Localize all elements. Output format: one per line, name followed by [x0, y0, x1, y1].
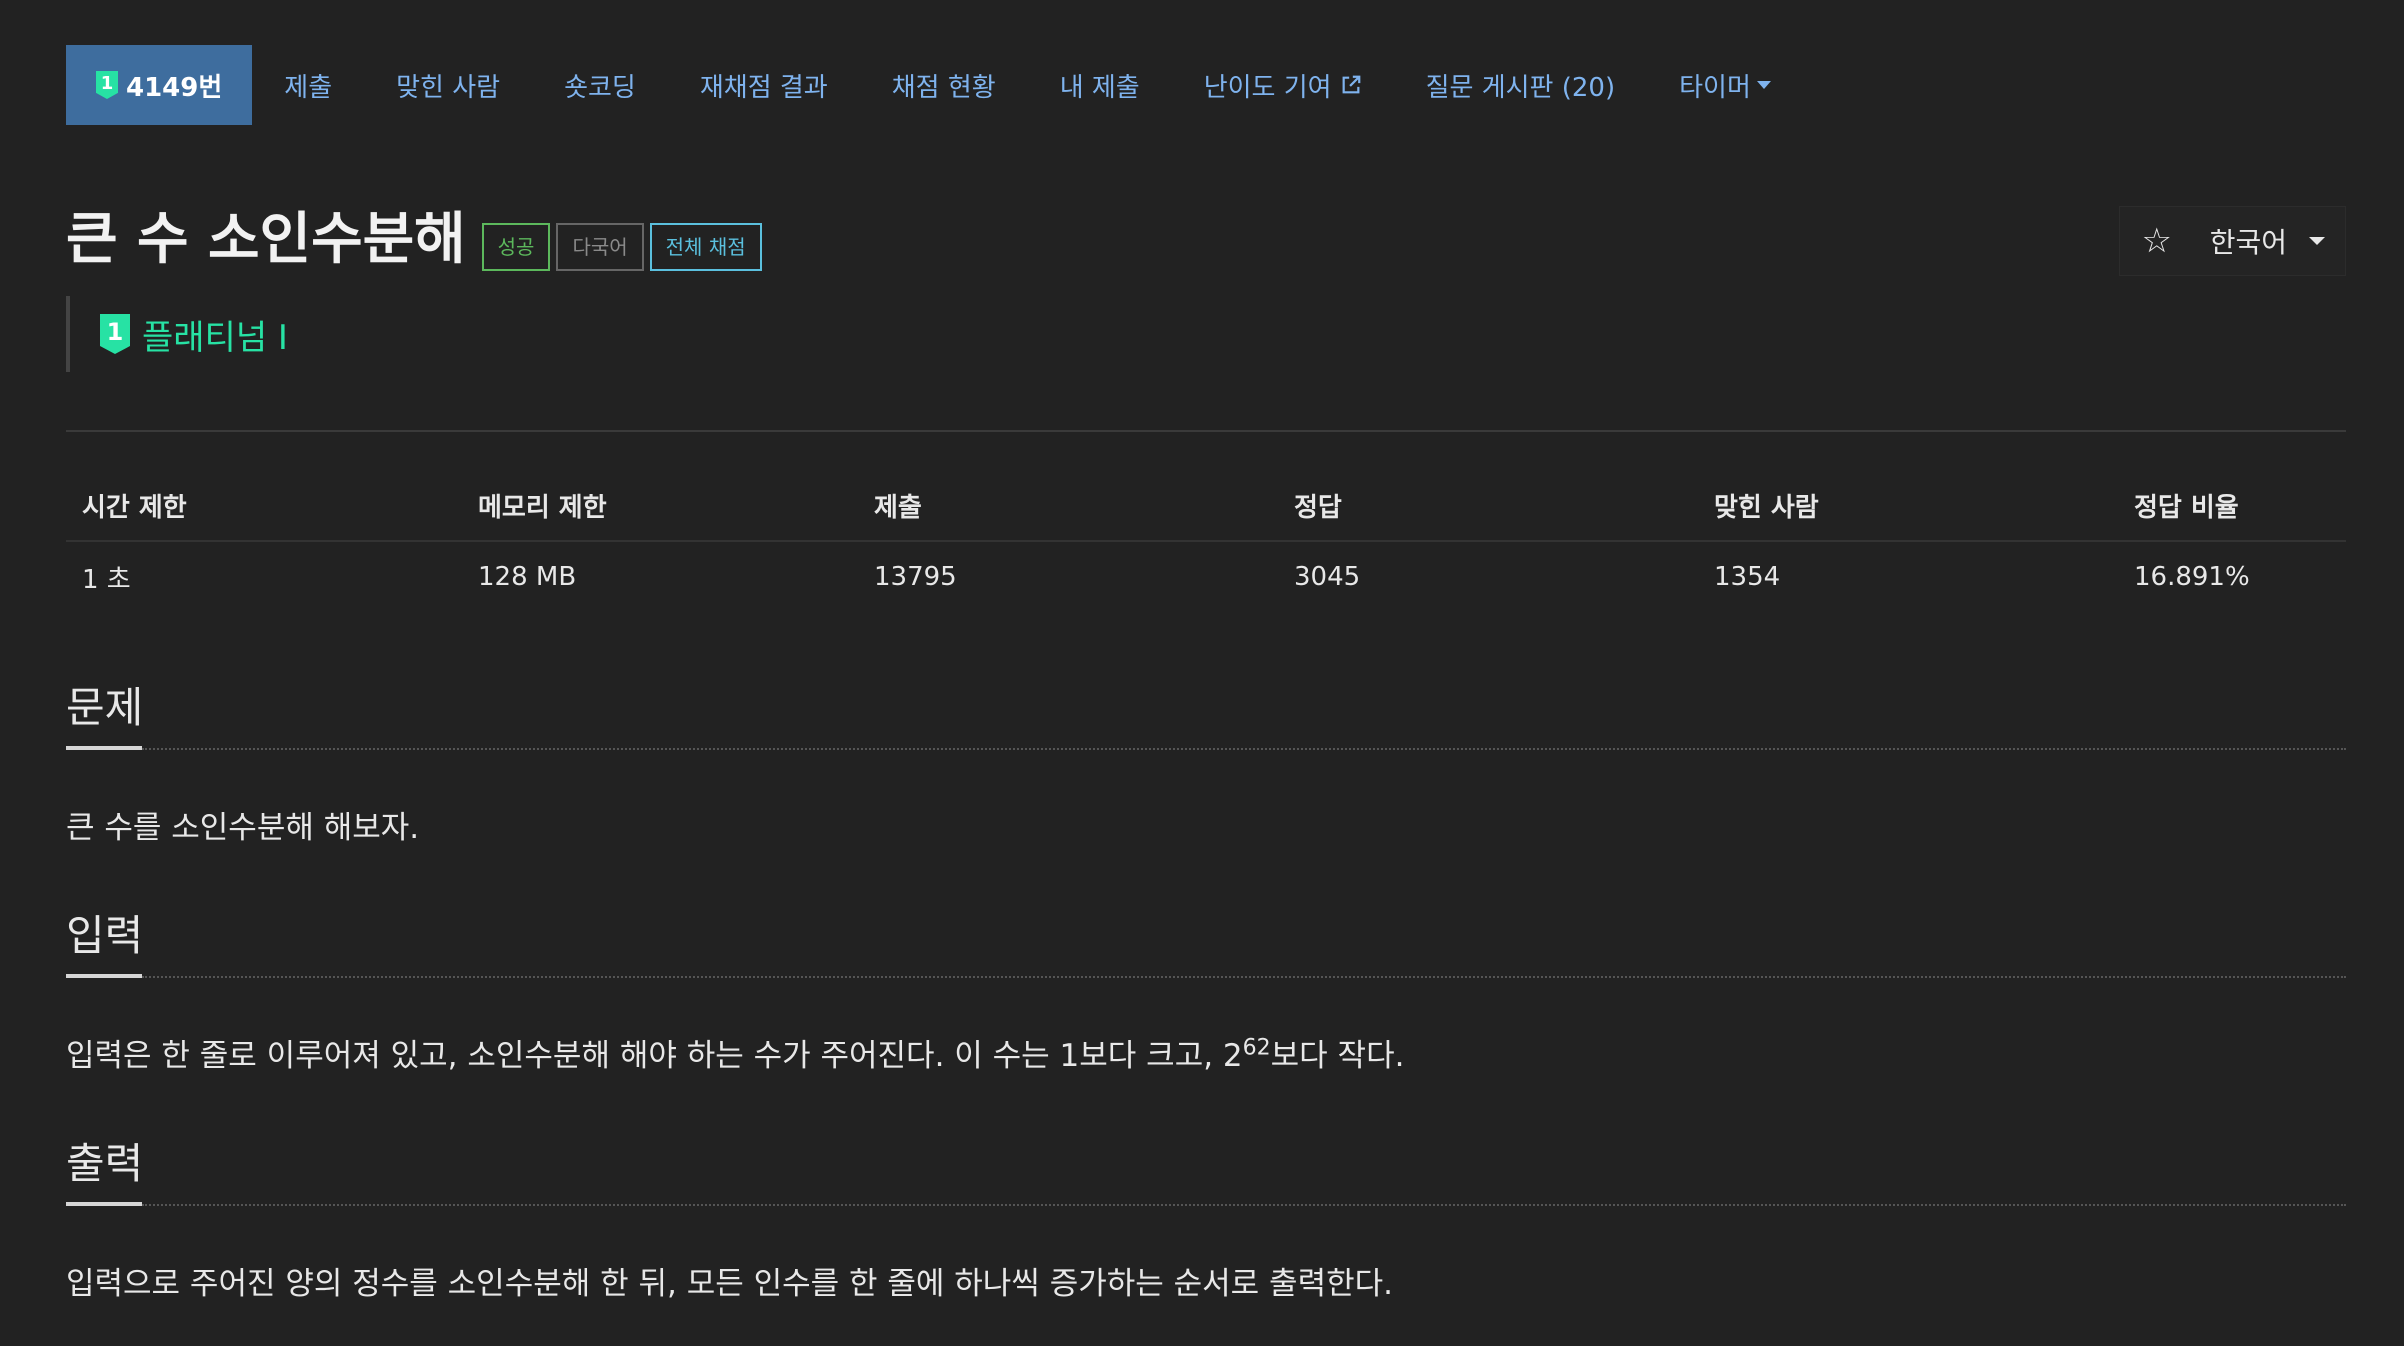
nav-judge-status[interactable]: 채점 현황 — [860, 45, 1028, 125]
chevron-down-icon — [1756, 81, 1771, 89]
success-badge: 성공 — [481, 223, 551, 271]
section-body: 입력은 한 줄로 이루어져 있고, 소인수분해 해야 하는 수가 주어진다. 이… — [66, 1035, 1405, 1074]
language-dropdown[interactable]: 한국어 — [2194, 207, 2345, 275]
problem-number-label: 4149번 — [126, 72, 223, 103]
full-judge-badge[interactable]: 전체 채점 — [649, 223, 762, 271]
nav-problem-number[interactable]: 1 4149번 — [66, 45, 253, 125]
star-icon: ☆ — [2141, 221, 2172, 261]
nav-difficulty-contribution[interactable]: 난이도 기여 — [1172, 45, 1394, 125]
platinum-tier-icon: 1 — [100, 314, 130, 354]
section-body: 입력으로 주어진 양의 정수를 소인수분해 한 뒤, 모든 인수를 한 줄에 하… — [66, 1266, 1393, 1302]
divider — [66, 430, 2346, 432]
problem-title-row: 큰 수 소인수분해 성공 다국어 전체 채점 — [66, 205, 762, 275]
external-link-icon — [1342, 75, 1360, 94]
accepted-value: 3045 — [1294, 562, 1361, 592]
table-header-row: 시간 제한 메모리 제한 제출 정답 맞힌 사람 정답 비율 — [66, 470, 2346, 542]
problem-page: 1 4149번 제출 맞힌 사람 숏코딩 재채점 결과 채점 현황 내 제출 난… — [0, 0, 2404, 1346]
input-section: 입력 입력은 한 줄로 이루어져 있고, 소인수분해 해야 하는 수가 주어진다… — [66, 906, 2346, 1076]
nav-solvers[interactable]: 맞힌 사람 — [364, 45, 532, 125]
header-submissions: 제출 — [858, 470, 1278, 542]
problem-description-section: 문제 큰 수를 소인수분해 해보자. — [66, 678, 2346, 848]
problem-controls: ☆ 한국어 — [2118, 206, 2346, 276]
platinum-tier-icon: 1 — [96, 71, 118, 99]
section-header: 출력 — [66, 1134, 2346, 1206]
submissions-value: 13795 — [874, 562, 957, 592]
section-header: 입력 — [66, 906, 2346, 978]
section-title: 출력 — [66, 1139, 144, 1188]
problem-title: 큰 수 소인수분해 — [66, 207, 466, 272]
section-title: 입력 — [66, 911, 144, 960]
table-row: 1 초 128 MB 13795 3045 1354 16.891% — [66, 541, 2346, 612]
multilang-badge[interactable]: 다국어 — [556, 223, 644, 271]
header-time-limit: 시간 제한 — [66, 470, 462, 542]
problem-menu: 1 4149번 제출 맞힌 사람 숏코딩 재채점 결과 채점 현황 내 제출 난… — [66, 45, 1803, 125]
header-solvers: 맞힌 사람 — [1698, 470, 2118, 542]
nav-timer-dropdown[interactable]: 타이머 — [1647, 45, 1803, 125]
memory-limit-value: 128 MB — [478, 562, 577, 592]
favorite-button[interactable]: ☆ — [2120, 207, 2194, 275]
header-accept-ratio: 정답 비율 — [2118, 470, 2346, 542]
nav-short-coding[interactable]: 숏코딩 — [532, 45, 668, 125]
nav-question-board[interactable]: 질문 게시판 (20) — [1394, 45, 1648, 125]
solvers-value: 1354 — [1714, 562, 1781, 592]
chevron-down-icon — [2309, 237, 2325, 245]
header-accepted: 정답 — [1278, 470, 1698, 542]
section-title: 문제 — [66, 683, 144, 732]
nav-submit[interactable]: 제출 — [252, 45, 364, 125]
nav-rejudge-results[interactable]: 재채점 결과 — [668, 45, 860, 125]
problem-tier: 1 플래티넘 I — [66, 296, 288, 372]
problem-info-table: 시간 제한 메모리 제한 제출 정답 맞힌 사람 정답 비율 1 초 128 M… — [66, 470, 2346, 612]
output-section: 출력 입력으로 주어진 양의 정수를 소인수분해 한 뒤, 모든 인수를 한 줄… — [66, 1134, 2346, 1304]
header-memory-limit: 메모리 제한 — [462, 470, 858, 542]
tier-name: 플래티넘 I — [142, 317, 288, 358]
section-header: 문제 — [66, 678, 2346, 750]
nav-my-submissions[interactable]: 내 제출 — [1028, 45, 1172, 125]
time-limit-value: 1 초 — [82, 564, 131, 595]
section-body: 큰 수를 소인수분해 해보자. — [66, 810, 420, 846]
accept-ratio-value: 16.891% — [2134, 562, 2250, 592]
